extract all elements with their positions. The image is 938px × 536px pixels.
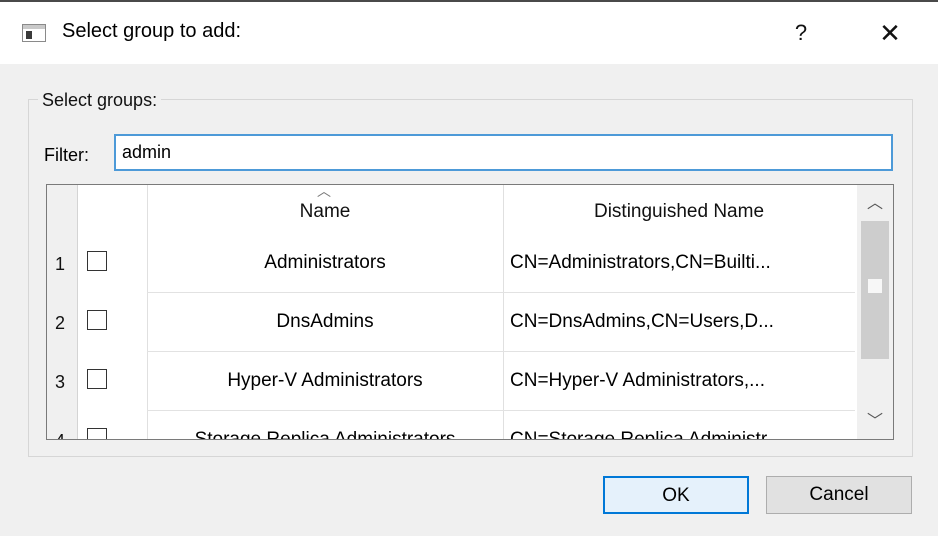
window-icon	[22, 24, 46, 42]
help-button[interactable]: ?	[784, 16, 818, 50]
row-number: 3	[55, 372, 66, 392]
scrollbar-thumb[interactable]	[861, 221, 889, 359]
close-button[interactable]: ✕	[870, 16, 910, 50]
distinguished-name-cell: CN=Administrators,CN=Builti...	[510, 252, 771, 273]
dialog-title: Select group to add:	[62, 20, 242, 42]
title-bar: Select group to add: ? ✕	[0, 2, 938, 64]
table-row[interactable]: 3 Hyper-V Administrators CN=Hyper-V Admi…	[47, 352, 855, 411]
row-number: 1	[55, 254, 66, 274]
row-number: 4	[55, 431, 65, 439]
row-number: 2	[55, 313, 66, 333]
groupbox-label: Select groups:	[38, 90, 162, 111]
vertical-scrollbar[interactable]: ︿ ﹀	[857, 185, 893, 439]
group-name-cell: Administrators	[264, 252, 386, 273]
chevron-down-icon[interactable]: ﹀	[857, 405, 893, 439]
table-row[interactable]: 4 Storage Replica Administrators CN=Stor…	[47, 411, 855, 440]
table-row[interactable]: 1 Administrators CN=Administrators,CN=Bu…	[47, 234, 855, 293]
row-checkbox[interactable]	[87, 428, 107, 439]
chevron-up-icon[interactable]: ︿	[857, 187, 893, 221]
distinguished-name-cell: CN=Hyper-V Administrators,...	[510, 370, 765, 391]
filter-label: Filter:	[44, 145, 89, 165]
distinguished-name-cell: CN=Storage Replica Administr...	[510, 429, 782, 440]
distinguished-name-cell: CN=DnsAdmins,CN=Users,D...	[510, 311, 774, 332]
row-checkbox[interactable]	[87, 310, 107, 330]
filter-input[interactable]	[114, 134, 893, 171]
table-row[interactable]: 2 DnsAdmins CN=DnsAdmins,CN=Users,D...	[47, 293, 855, 352]
group-name-cell: DnsAdmins	[276, 311, 374, 332]
column-header-name[interactable]: Name	[147, 201, 503, 223]
groups-table: ︿ Name Distinguished Name 1 Administrato…	[46, 184, 894, 440]
column-header-distinguished-name[interactable]: Distinguished Name	[503, 201, 855, 223]
group-name-cell: Storage Replica Administrators	[194, 429, 456, 440]
row-checkbox[interactable]	[87, 369, 107, 389]
select-group-dialog: Select group to add: ? ✕ Select groups: …	[0, 0, 938, 536]
ok-button[interactable]: OK	[603, 476, 749, 514]
row-checkbox[interactable]	[87, 251, 107, 271]
group-name-cell: Hyper-V Administrators	[227, 370, 423, 391]
sort-ascending-icon: ︿	[317, 184, 331, 199]
cancel-button[interactable]: Cancel	[766, 476, 912, 514]
